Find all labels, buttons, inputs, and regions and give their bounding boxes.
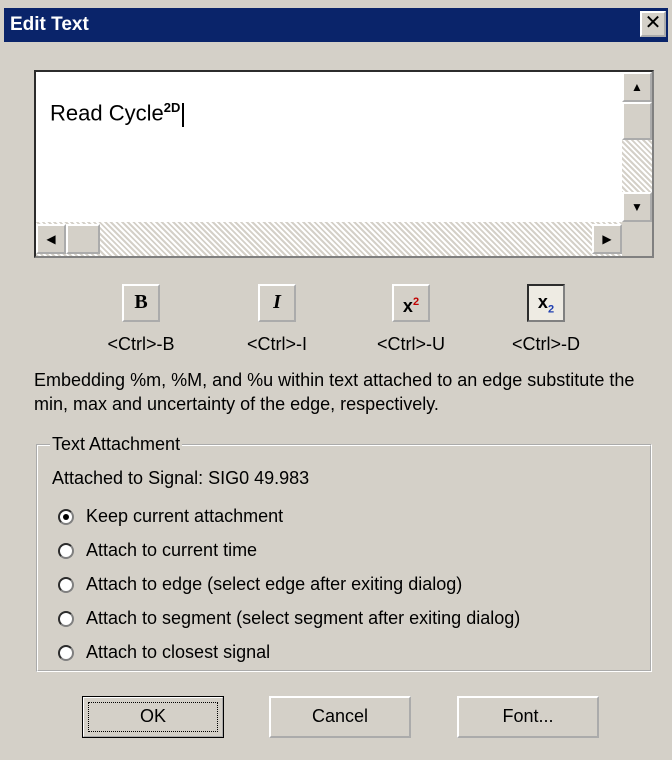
- close-button[interactable]: ✕: [640, 11, 666, 37]
- scroll-down-button[interactable]: ▼: [622, 192, 652, 222]
- subscript-shortcut-label: <Ctrl>-D: [511, 334, 580, 354]
- radio-attach-segment[interactable]: Attach to segment (select segment after …: [58, 608, 520, 629]
- focus-rectangle: [88, 702, 218, 732]
- text-attachment-group: Text Attachment Attached to Signal: SIG0…: [36, 434, 652, 672]
- editor-text-main: Read Cycle: [50, 100, 164, 126]
- editor-text-superscript: 2: [163, 100, 171, 115]
- embedding-note: Embedding %m, %M, and %u within text att…: [34, 370, 635, 414]
- text-editor[interactable]: Read Cycle2D ▲ ▼ ◀ ▶: [34, 70, 654, 258]
- editor-text[interactable]: Read Cycle2D: [50, 100, 185, 127]
- radio-button[interactable]: [58, 610, 74, 627]
- superscript-mark: 2: [412, 296, 420, 308]
- radio-attach-closest-signal[interactable]: Attach to closest signal: [58, 642, 270, 663]
- radio-button[interactable]: [58, 576, 74, 593]
- title-bar[interactable]: Edit Text ✕: [4, 8, 668, 42]
- text-attachment-legend: Text Attachment: [50, 434, 183, 455]
- radio-label: Attach to current time: [86, 540, 258, 560]
- radio-button[interactable]: [58, 542, 74, 559]
- text-caret: [182, 102, 185, 127]
- attached-to-label: Attached to Signal: SIG0 49.983: [52, 468, 310, 488]
- radio-label: Attach to edge (select edge after exitin…: [86, 574, 463, 594]
- subscript-mark: 2: [547, 303, 555, 316]
- subscript-base: x: [537, 292, 548, 312]
- radio-keep-current-attachment[interactable]: Keep current attachment: [58, 506, 283, 527]
- font-button[interactable]: Font...: [457, 696, 599, 738]
- subscript-button[interactable]: x2: [527, 284, 565, 322]
- horizontal-scroll-thumb[interactable]: [66, 224, 100, 254]
- superscript-button[interactable]: x2: [392, 284, 430, 322]
- vertical-scroll-thumb[interactable]: [622, 102, 652, 140]
- bold-button[interactable]: B: [122, 284, 160, 322]
- window-title: Edit Text: [10, 14, 89, 35]
- superscript-base: x: [402, 296, 413, 316]
- italic-shortcut-label: <Ctrl>-I: [246, 334, 307, 354]
- radio-button[interactable]: [58, 644, 74, 661]
- radio-attach-current-time[interactable]: Attach to current time: [58, 540, 257, 561]
- radio-label: Attach to closest signal: [86, 642, 271, 662]
- editor-text-trailing: D: [170, 100, 181, 115]
- scrollbar-corner: [622, 222, 652, 256]
- radio-label: Attach to segment (select segment after …: [86, 608, 521, 628]
- cancel-button[interactable]: Cancel: [269, 696, 411, 738]
- vertical-scrollbar[interactable]: ▲ ▼: [622, 72, 652, 222]
- superscript-shortcut-label: <Ctrl>-U: [376, 334, 445, 354]
- radio-label: Keep current attachment: [86, 506, 284, 526]
- edit-text-dialog: Edit Text ✕ Read Cycle2D ▲ ▼ ◀ ▶ B I x2 …: [0, 0, 672, 760]
- horizontal-scrollbar[interactable]: ◀ ▶: [36, 222, 622, 256]
- ok-button[interactable]: OK: [82, 696, 224, 738]
- radio-attach-edge[interactable]: Attach to edge (select edge after exitin…: [58, 574, 462, 595]
- italic-button[interactable]: I: [258, 284, 296, 322]
- scroll-up-button[interactable]: ▲: [622, 72, 652, 102]
- scroll-left-button[interactable]: ◀: [36, 224, 66, 254]
- bold-shortcut-label: <Ctrl>-B: [107, 334, 175, 354]
- scroll-right-button[interactable]: ▶: [592, 224, 622, 254]
- radio-button-checked[interactable]: [58, 508, 74, 525]
